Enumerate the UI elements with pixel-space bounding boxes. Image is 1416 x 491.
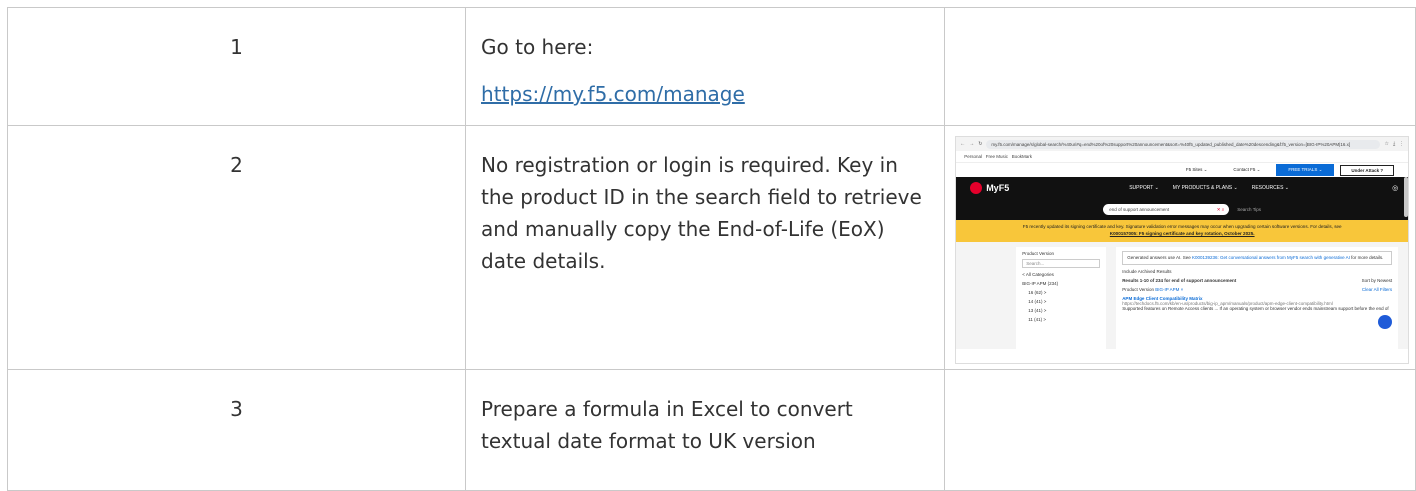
version-chip: BIG-IP APM ×: [1155, 287, 1184, 292]
step-description-cell: No registration or login is required. Ke…: [465, 125, 946, 370]
steps-table: 1 Go to here: https://my.f5.com/manage 2…: [6, 7, 1416, 491]
sort-select: Newest: [1377, 278, 1393, 283]
step-text: Go to here:: [481, 35, 594, 59]
f5-logo-icon: [970, 182, 983, 194]
brand-name: MyF5: [986, 183, 1010, 193]
table-row: 3 Prepare a formula in Excel to convert t…: [6, 369, 1416, 491]
bookmark-item: BookMark: [1011, 154, 1033, 159]
filter-panel: Product Version Search... < All Categori…: [1016, 247, 1107, 349]
scrollbar: [1404, 177, 1409, 217]
nav-resources: RESOURCES ⌄: [1251, 185, 1289, 191]
all-categories: < All Categories: [1022, 272, 1054, 277]
nav-support: SUPPORT ⌄: [1129, 185, 1159, 191]
myf5-screenshot: ← → ↻ my.f5.com/manage/s/global-search/%…: [955, 136, 1410, 364]
filter-search: Search...: [1022, 259, 1101, 268]
filter-version: 16 (62) >: [1028, 290, 1047, 295]
forward-icon: →: [969, 141, 975, 147]
main-nav: MyF5 SUPPORT ⌄ MY PRODUCTS & PLANS ⌄ RES…: [956, 177, 1409, 199]
filter-title: Product Version: [1022, 251, 1054, 256]
search-input: end of support announcement ✕ ⌕: [1103, 204, 1230, 215]
step-number-cell: 1: [6, 7, 467, 126]
menu-icon: ⋮: [1399, 141, 1405, 147]
filter-product: BIG-IP APM (234): [1022, 281, 1059, 286]
bookmarks-bar: Personal Free Music BookMark: [956, 151, 1409, 163]
filter-version: 13 (41) >: [1028, 308, 1047, 313]
search-tips: Search Tips: [1237, 207, 1262, 212]
download-icon: ⤓: [1392, 141, 1396, 147]
browser-toolbar: ← → ↻ my.f5.com/manage/s/global-search/%…: [956, 137, 1409, 151]
step-number-cell: 2: [6, 125, 467, 370]
step-number-cell: 3: [6, 369, 467, 491]
ai-notice: Generated answers use AI. See K000139236…: [1122, 251, 1393, 265]
notice-banner: F5 recently updated its signing certific…: [956, 220, 1409, 242]
nav-products: MY PRODUCTS & PLANS ⌄: [1172, 185, 1238, 191]
banner-link: K000157005: F5 signing certificate and k…: [1109, 231, 1255, 236]
step-description-cell: Prepare a formula in Excel to convert tex…: [465, 369, 946, 491]
step-description-cell: Go to here: https://my.f5.com/manage: [465, 7, 946, 126]
user-icon: ◎: [1392, 185, 1399, 192]
back-icon: ←: [960, 141, 966, 147]
filter-version: 11 (41) >: [1028, 317, 1046, 322]
reload-icon: ↻: [978, 141, 983, 147]
results-list: Generated answers use AI. See K000139236…: [1116, 247, 1399, 349]
table-row: 2 No registration or login is required. …: [6, 125, 1416, 370]
step-number: 3: [230, 397, 243, 421]
results-count: Results 1-10 of 234 for end of support a…: [1122, 278, 1237, 283]
star-icon: ☆: [1384, 141, 1389, 147]
include-archived-checkbox: Include Archived Results: [1122, 269, 1172, 274]
contact-link: Contact F5 ⌄: [1233, 167, 1261, 172]
step-image-cell: [944, 369, 1416, 491]
step-text: Prepare a formula in Excel to convert tex…: [481, 397, 853, 453]
step-image-cell: ← → ↻ my.f5.com/manage/s/global-search/%…: [944, 125, 1416, 370]
step-image-cell: [944, 7, 1416, 126]
step-number: 2: [230, 153, 243, 177]
myf5-link[interactable]: https://my.f5.com/manage: [481, 82, 745, 106]
clear-filters-link: Clear All Filters: [1361, 287, 1393, 292]
under-attack-button: Under Attack ?: [1340, 164, 1395, 176]
filter-version: 14 (41) >: [1028, 299, 1047, 304]
f5-sites-link: F5 Sites ⌄: [1185, 167, 1208, 172]
search-row: end of support announcement ✕ ⌕ Search Ti…: [956, 199, 1409, 220]
address-bar: my.f5.com/manage/s/global-search/%40uri#…: [986, 139, 1381, 149]
table-row: 1 Go to here: https://my.f5.com/manage: [6, 7, 1416, 126]
bookmark-item: Free Music: [985, 154, 1008, 159]
step-text: No registration or login is required. Ke…: [481, 153, 922, 273]
results-area: Product Version Search... < All Categori…: [956, 242, 1409, 349]
top-utility-nav: F5 Sites ⌄ Contact F5 ⌄ FREE TRIALS ⌄ Un…: [956, 163, 1409, 177]
search-icon: ✕ ⌕: [1216, 207, 1225, 212]
free-trials-button: FREE TRIALS ⌄: [1276, 164, 1335, 176]
result-snippet: Supported features on Remote Access clie…: [1122, 306, 1389, 311]
bookmark-item: Personal: [964, 154, 982, 159]
step-number: 1: [230, 35, 243, 59]
chat-icon: [1378, 315, 1393, 329]
